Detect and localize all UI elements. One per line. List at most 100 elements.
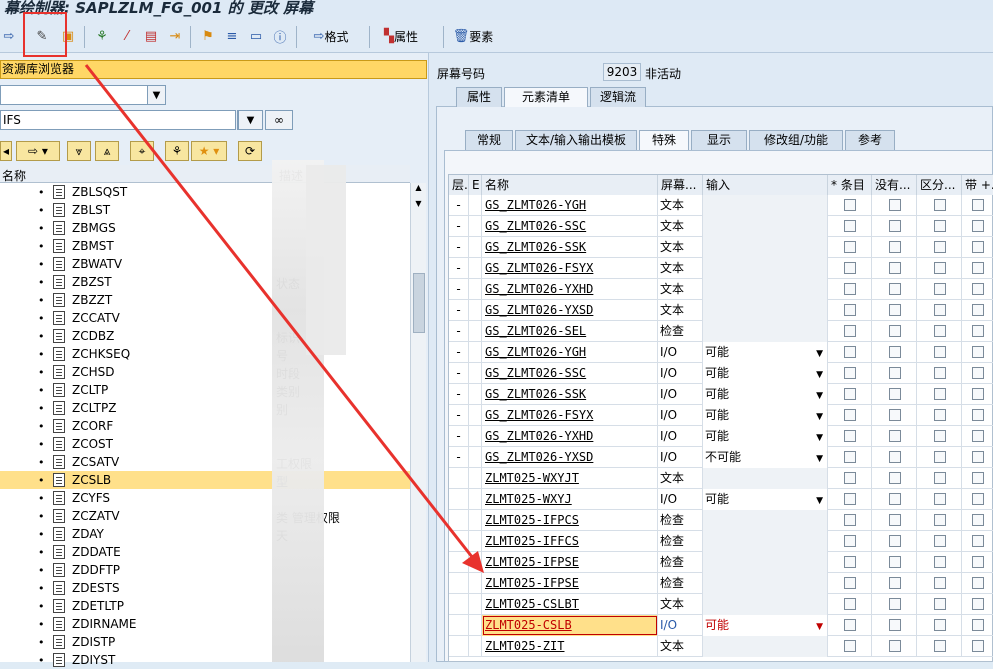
table-row[interactable]: - GS_ZLMT026-SSC 文本 <box>449 216 993 237</box>
tree-node[interactable]: • ZDDFTP <box>0 561 410 579</box>
tree-node[interactable]: •ZCDBZ标识 <box>0 327 410 345</box>
element-name-cell[interactable]: GS_ZLMT026-FSYX <box>482 258 658 279</box>
checkbox[interactable] <box>889 514 901 526</box>
tree-node[interactable]: • ZBZZT <box>0 291 410 309</box>
column-header[interactable]: 没有... <box>872 175 917 195</box>
table-row[interactable]: ZLMT025-IFFCS 检查 <box>449 531 993 552</box>
element-name-cell[interactable]: ZLMT025-CSLBT <box>482 594 658 615</box>
checkbox[interactable] <box>889 598 901 610</box>
column-header[interactable]: 名称 <box>482 175 658 195</box>
table-row[interactable]: ZLMT025-IFPSE 检查 <box>449 552 993 573</box>
checkbox[interactable] <box>889 346 901 358</box>
checkbox[interactable] <box>844 577 856 589</box>
input-dropdown[interactable]: 可能 ▼ <box>703 405 828 426</box>
hierarchy-button[interactable]: ⚘ <box>165 141 189 161</box>
element-name-cell[interactable]: ZLMT025-WXYJT <box>482 468 658 489</box>
table-row[interactable]: ZLMT025-IFPSE 检查 <box>449 573 993 594</box>
checkbox[interactable] <box>972 346 984 358</box>
checkbox[interactable] <box>972 514 984 526</box>
checkbox[interactable] <box>934 220 946 232</box>
checkbox[interactable] <box>889 283 901 295</box>
chevron-down-icon[interactable]: ▼ <box>816 617 823 636</box>
checkbox[interactable] <box>972 535 984 547</box>
input-dropdown[interactable]: 可能 ▼ <box>703 342 828 363</box>
checkbox[interactable] <box>889 493 901 505</box>
element-name-cell[interactable]: ZLMT025-WXYJ <box>482 489 658 510</box>
element-name-cell[interactable]: GS_ZLMT026-SSK <box>482 237 658 258</box>
checkbox[interactable] <box>934 430 946 442</box>
checkbox[interactable] <box>889 262 901 274</box>
checkbox[interactable] <box>844 241 856 253</box>
subtab-modif-groups[interactable]: 修改组/功能 <box>749 130 843 150</box>
checkbox[interactable] <box>972 199 984 211</box>
chevron-down-icon[interactable]: ▼ <box>816 344 823 363</box>
checkbox[interactable] <box>972 220 984 232</box>
chevron-down-icon[interactable]: ▼ <box>816 491 823 510</box>
table-row[interactable]: - GS_ZLMT026-FSYX 文本 <box>449 258 993 279</box>
nav-back-button[interactable]: ◂ <box>0 141 12 161</box>
subtab-references[interactable]: 参考 <box>845 130 895 150</box>
element-name-cell[interactable]: ZLMT025-IFPSE <box>482 573 658 594</box>
table-row[interactable]: - GS_ZLMT026-YXSD I/O 不可能 ▼ <box>449 447 993 468</box>
checkbox[interactable] <box>972 283 984 295</box>
checkbox[interactable] <box>934 367 946 379</box>
checkbox[interactable] <box>844 640 856 652</box>
checkbox[interactable] <box>889 409 901 421</box>
checkbox[interactable] <box>934 241 946 253</box>
table-row[interactable]: ZLMT025-WXYJ I/O 可能 ▼ <box>449 489 993 510</box>
column-header[interactable]: 区分... <box>917 175 962 195</box>
nav-forward-button[interactable]: ⇨ ▾ <box>16 141 60 161</box>
element-name-cell[interactable]: GS_ZLMT026-SSC <box>482 216 658 237</box>
checkbox[interactable] <box>972 241 984 253</box>
subtab-text-io[interactable]: 文本/输入输出模板 <box>515 130 637 150</box>
checkbox[interactable] <box>844 262 856 274</box>
input-dropdown[interactable]: 不可能 ▼ <box>703 447 828 468</box>
tree-node[interactable]: • ZBMST <box>0 237 410 255</box>
checkbox[interactable] <box>972 325 984 337</box>
checkbox[interactable] <box>889 640 901 652</box>
checkbox[interactable] <box>972 451 984 463</box>
element-name-cell[interactable]: GS_ZLMT026-SSC <box>482 363 658 384</box>
binoculars-button[interactable]: ⌖ <box>130 141 154 161</box>
checkbox[interactable] <box>889 304 901 316</box>
checkbox[interactable] <box>844 598 856 610</box>
checkbox[interactable] <box>972 619 984 631</box>
tree-node[interactable]: • ZDIRNAME <box>0 615 410 633</box>
checkbox[interactable] <box>934 514 946 526</box>
column-header[interactable]: 层. <box>449 175 469 195</box>
tree-node[interactable]: • ZCOST <box>0 435 410 453</box>
column-header[interactable]: 输入 <box>703 175 828 195</box>
checkbox[interactable] <box>934 640 946 652</box>
checkbox[interactable] <box>844 472 856 484</box>
checkbox[interactable] <box>934 304 946 316</box>
table-row[interactable]: - GS_ZLMT026-YXHD I/O 可能 ▼ <box>449 426 993 447</box>
checkbox[interactable] <box>844 283 856 295</box>
checkbox[interactable] <box>972 304 984 316</box>
checkbox[interactable] <box>934 346 946 358</box>
checkbox[interactable] <box>934 325 946 337</box>
attributes-button[interactable]: ▚ 属性 <box>377 26 425 46</box>
chevron-down-icon[interactable]: ▼ <box>816 365 823 384</box>
checkbox[interactable] <box>889 220 901 232</box>
tree-node[interactable]: • ZBLSQST <box>0 183 410 201</box>
element-name-cell[interactable]: GS_ZLMT026-YXSD <box>482 300 658 321</box>
align-icon[interactable]: ≡ <box>223 26 241 46</box>
checkbox[interactable] <box>844 493 856 505</box>
checkbox[interactable] <box>844 367 856 379</box>
tree-node[interactable]: •ZCHKSEQ号 <box>0 345 410 363</box>
element-name-cell[interactable]: ZLMT025-ZIT <box>482 636 658 657</box>
tree-node[interactable]: •ZCSATV工权限 <box>0 453 410 471</box>
checkbox[interactable] <box>889 367 901 379</box>
tree-node[interactable]: • ZBWATV <box>0 255 410 273</box>
collapse-button[interactable]: ⩔ <box>67 141 91 161</box>
tree-node[interactable]: •ZCLTP类别 <box>0 381 410 399</box>
checkbox[interactable] <box>844 535 856 547</box>
element-name-cell[interactable]: GS_ZLMT026-SSK <box>482 384 658 405</box>
input-dropdown[interactable]: 可能 ▼ <box>703 363 828 384</box>
object-name-dropdown[interactable]: ▼ <box>237 110 263 130</box>
checkbox[interactable] <box>934 409 946 421</box>
tree-node[interactable]: •ZCHSD时段 <box>0 363 410 381</box>
checkbox[interactable] <box>844 514 856 526</box>
checkbox[interactable] <box>889 430 901 442</box>
tree-node[interactable]: •ZDAY天 <box>0 525 410 543</box>
